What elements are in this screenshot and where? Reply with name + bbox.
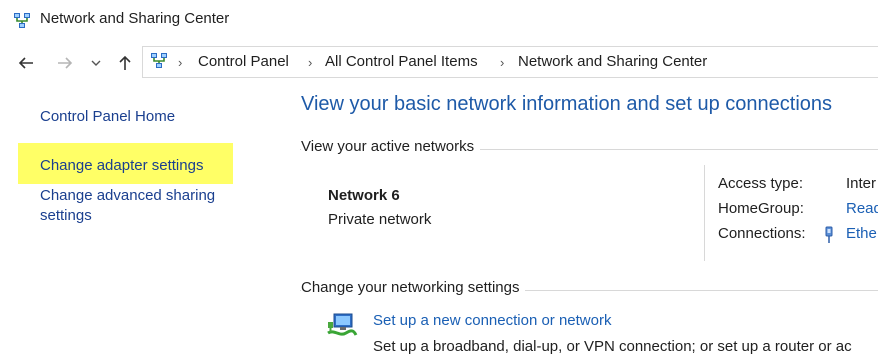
- sidebar-item-advanced-sharing[interactable]: Change advanced sharing: [40, 187, 215, 204]
- change-settings-label: Change your networking settings: [301, 279, 526, 296]
- homegroup-link[interactable]: Read: [846, 200, 878, 217]
- setup-connection-link[interactable]: Set up a new connection or network: [373, 312, 611, 329]
- chevron-right-icon[interactable]: ›: [178, 55, 182, 70]
- access-type-label: Access type:: [718, 175, 804, 192]
- network-icon: [151, 53, 167, 68]
- network-icon: [14, 13, 30, 28]
- chevron-down-icon: [91, 60, 101, 66]
- sidebar-item-control-panel-home[interactable]: Control Panel Home: [40, 108, 175, 125]
- network-name: Network 6: [328, 187, 400, 204]
- forward-button[interactable]: [54, 52, 76, 74]
- breadcrumb-all-items[interactable]: All Control Panel Items: [325, 53, 478, 70]
- access-type-value: Inter: [846, 175, 877, 192]
- homegroup-label: HomeGroup:: [718, 200, 804, 217]
- chevron-right-icon[interactable]: ›: [308, 55, 312, 70]
- sidebar-item-change-adapter-settings[interactable]: Change adapter settings: [40, 157, 203, 174]
- new-connection-icon: [327, 313, 358, 336]
- network-category-link: Private network: [328, 211, 432, 228]
- vertical-divider: [704, 165, 705, 261]
- window-title: Network and Sharing Center: [40, 10, 230, 27]
- active-networks-label: View your active networks: [301, 138, 481, 155]
- breadcrumb-control-panel[interactable]: Control Panel: [198, 53, 289, 70]
- arrow-right-icon: [58, 57, 73, 69]
- sidebar-item-advanced-sharing-line2[interactable]: settings: [40, 207, 92, 224]
- breadcrumb-network-sharing[interactable]: Network and Sharing Center: [518, 53, 707, 70]
- arrow-left-icon: [18, 57, 33, 69]
- recent-locations-button[interactable]: [89, 52, 103, 74]
- up-button[interactable]: [114, 52, 136, 74]
- connections-label: Connections:: [718, 225, 806, 242]
- ethernet-icon: [825, 226, 833, 243]
- page-title: View your basic network information and …: [301, 93, 833, 115]
- ethernet-connection-link[interactable]: Ethe: [846, 225, 878, 242]
- chevron-right-icon[interactable]: ›: [500, 55, 504, 70]
- setup-connection-description: Set up a broadband, dial-up, or VPN conn…: [373, 338, 852, 355]
- back-button[interactable]: [15, 52, 37, 74]
- arrow-up-icon: [119, 55, 131, 70]
